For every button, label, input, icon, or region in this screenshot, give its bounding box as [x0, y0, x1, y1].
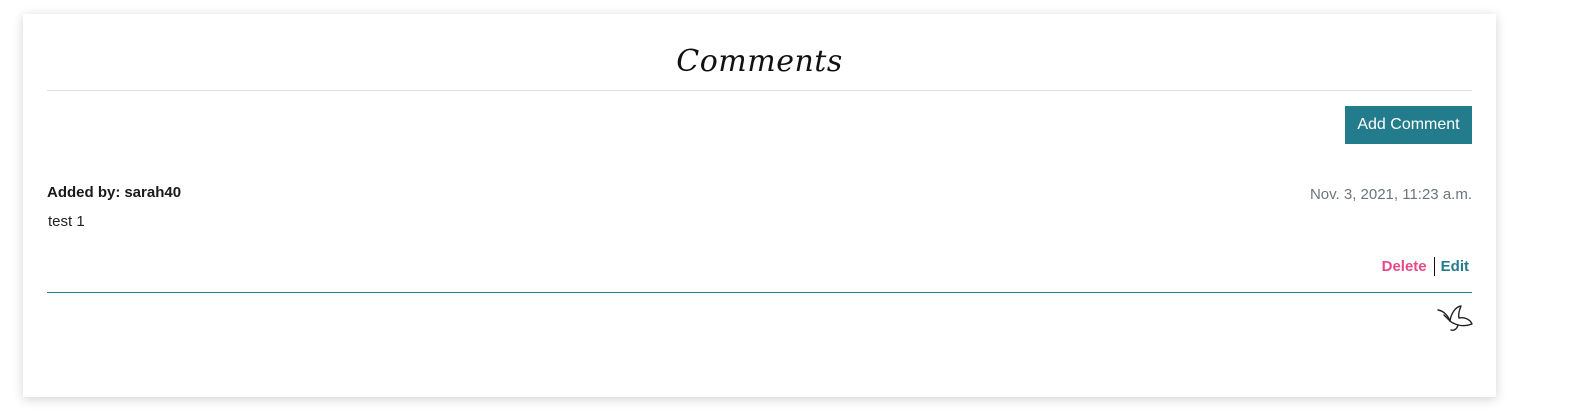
delete-link[interactable]: Delete: [1382, 258, 1427, 275]
comment-body: test 1: [48, 213, 85, 230]
add-comment-button[interactable]: Add Comment: [1345, 106, 1472, 144]
title-divider: [47, 90, 1472, 91]
comment-author: Added by: sarah40: [47, 184, 181, 201]
bird-icon: [1437, 305, 1473, 331]
edit-link[interactable]: Edit: [1441, 258, 1469, 275]
comment-actions: Delete Edit: [1382, 257, 1469, 276]
author-name: sarah40: [124, 184, 182, 201]
comment-timestamp: Nov. 3, 2021, 11:23 a.m.: [1309, 186, 1472, 203]
comments-title: Comments: [676, 44, 843, 79]
comment-divider: [47, 292, 1472, 293]
author-prefix: Added by:: [47, 184, 121, 201]
comments-card: Comments Add Comment Added by: sarah40 No…: [23, 14, 1496, 397]
actions-separator: [1433, 257, 1435, 276]
